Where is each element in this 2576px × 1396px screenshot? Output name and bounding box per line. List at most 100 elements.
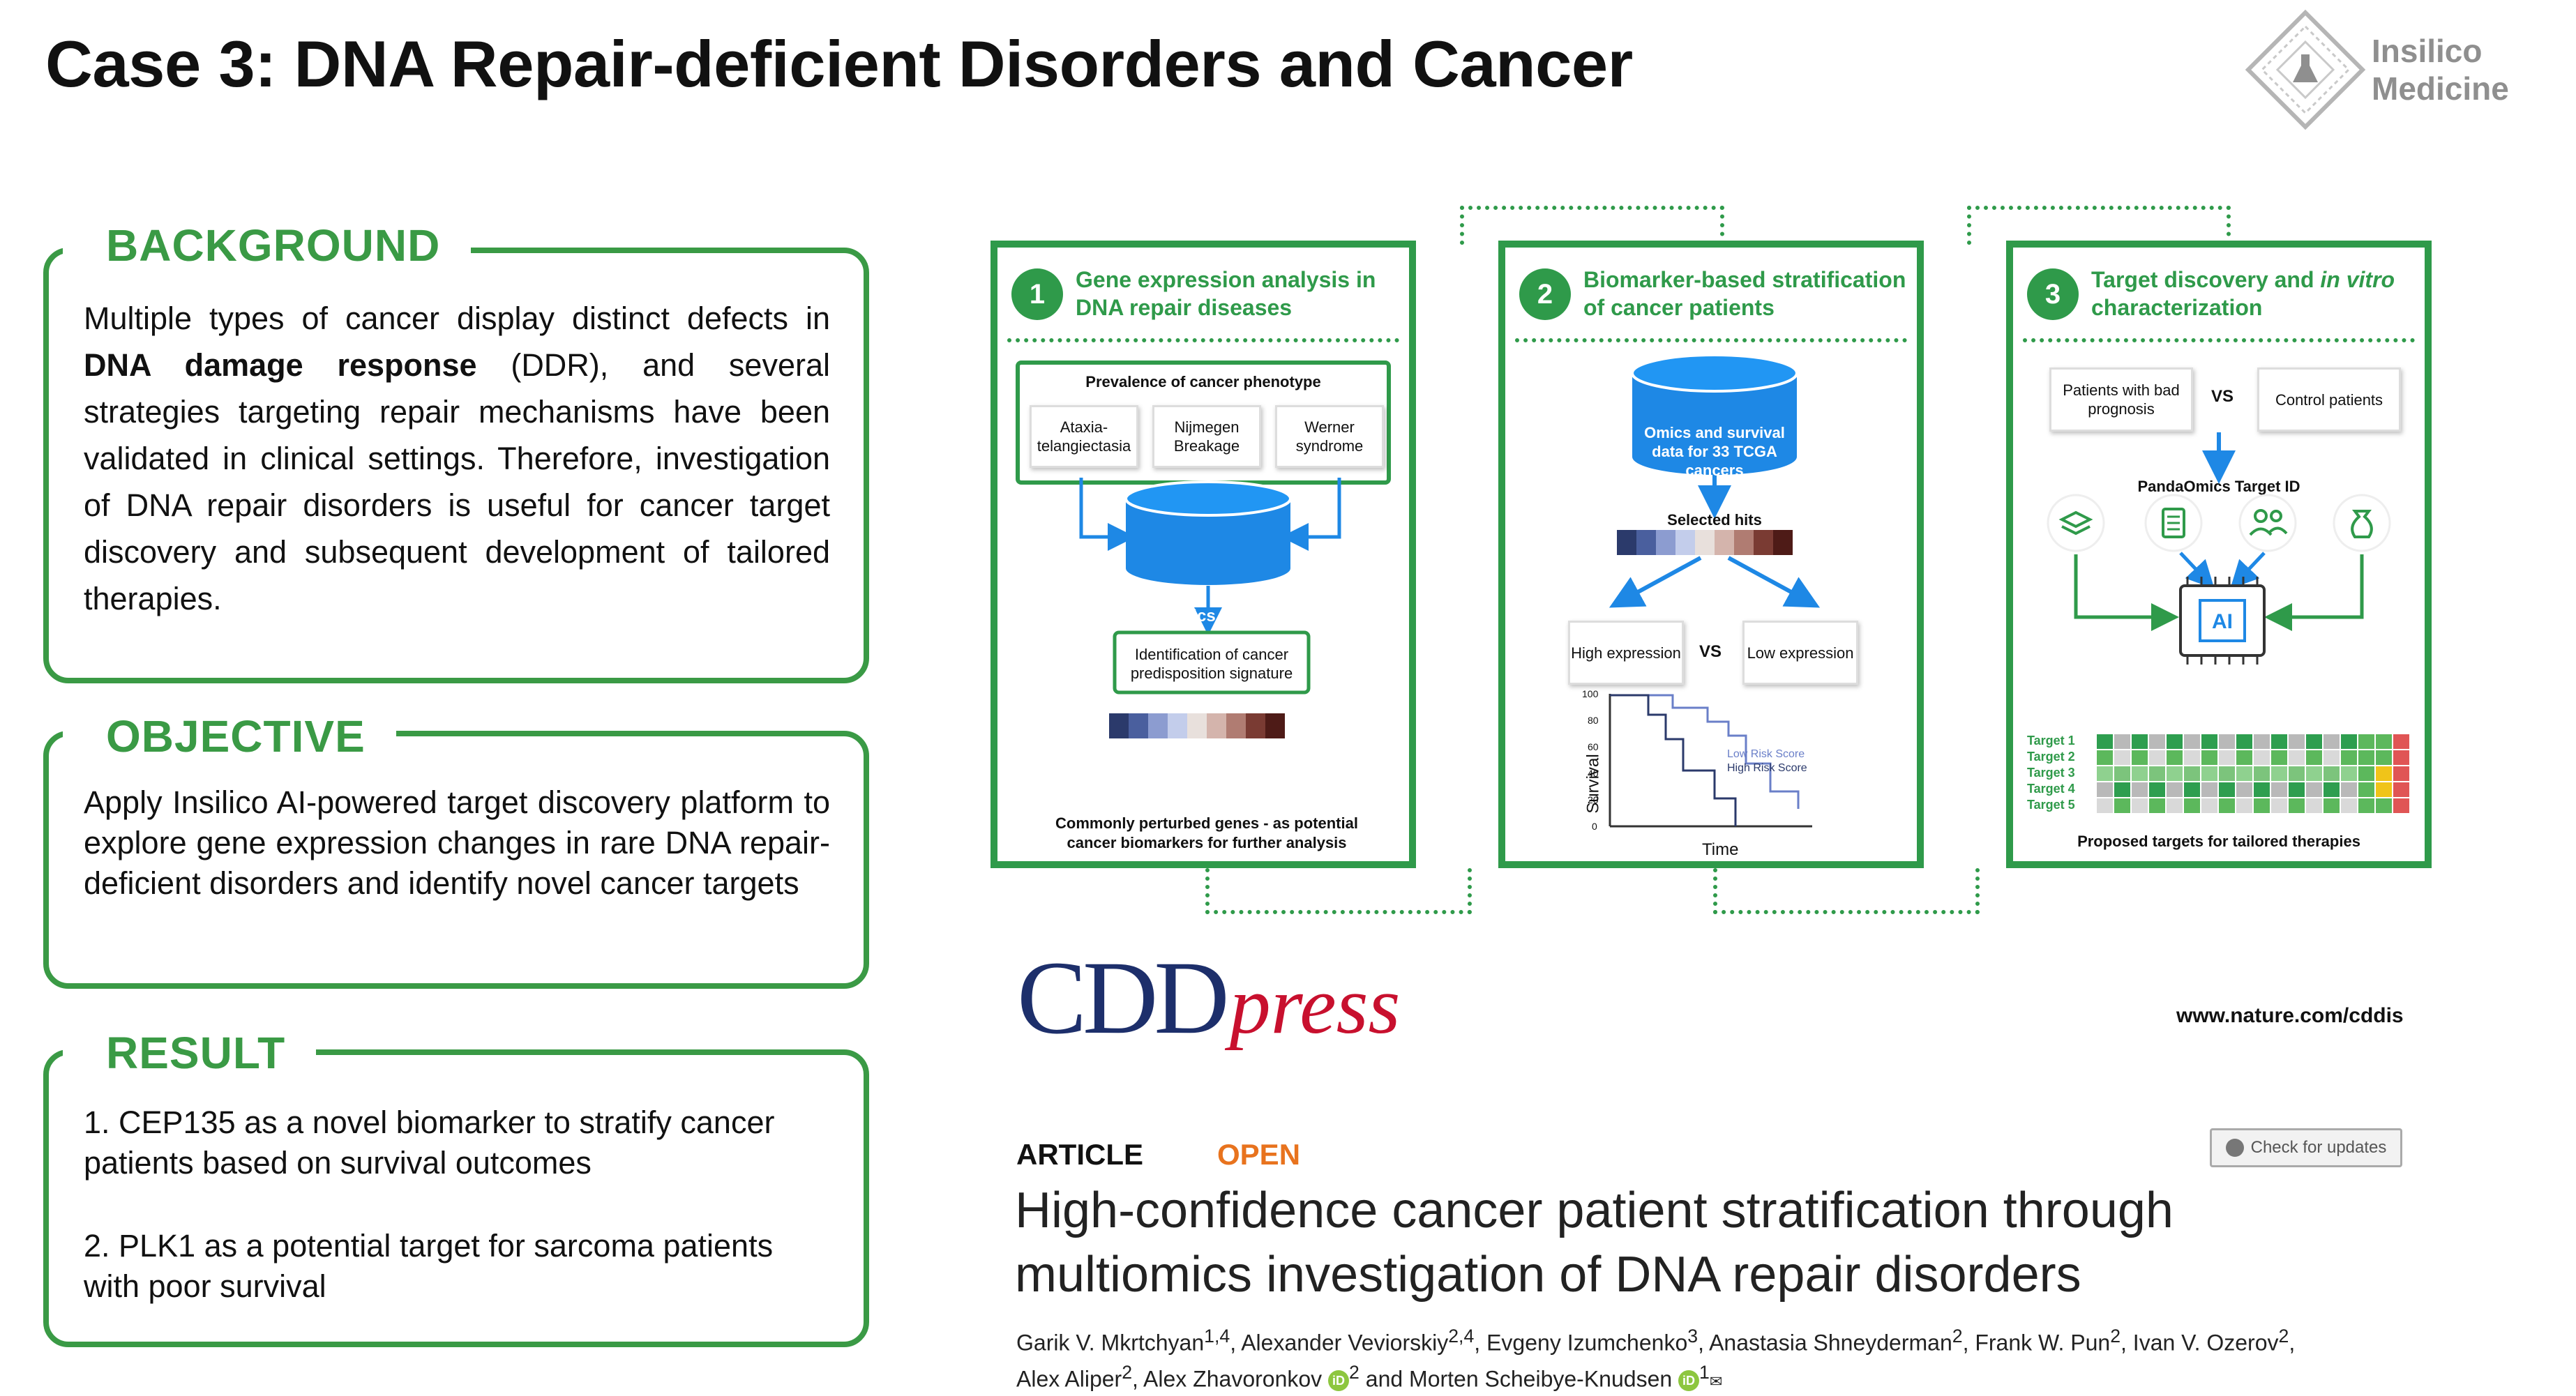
authors-line-2: Alex Aliper2, Alex Zhavoronkov iD 2 and M… xyxy=(1016,1361,1723,1392)
heatmap-cell xyxy=(2132,734,2148,749)
journal-url[interactable]: www.nature.com/cddis xyxy=(2176,1004,2404,1028)
step3-vs: VS xyxy=(2211,387,2234,406)
heatmap-cell xyxy=(2184,734,2200,749)
heatmap-cell xyxy=(2393,798,2409,813)
heatmap-cell xyxy=(2393,766,2409,781)
result-item-1: 1. CEP135 as a novel biomarker to strati… xyxy=(84,1105,775,1181)
signature-label: Identification of cancer predisposition … xyxy=(1130,646,1293,682)
db-label: Omics and survival data for 33 TCGA canc… xyxy=(1644,424,1785,479)
legend-low-risk: Low Risk Score xyxy=(1727,748,1805,760)
heatmap-cell xyxy=(2323,798,2340,813)
result-item-2: 2. PLK1 as a potential target for sarcom… xyxy=(84,1228,774,1304)
heatmap-cell xyxy=(2254,766,2270,781)
heatmap-cell xyxy=(2306,766,2322,781)
cdd-logo-italic: press xyxy=(1229,959,1401,1051)
heatmap-cell xyxy=(2114,782,2130,797)
heatmap-cell xyxy=(2114,798,2130,813)
step3-title-part2: characterization xyxy=(2091,295,2263,320)
heatmap-cell xyxy=(2114,734,2130,749)
disease-ataxia: Ataxia-telangiectasia xyxy=(1030,405,1138,468)
result-heading: RESULT xyxy=(63,1025,317,1081)
heatmap-cell xyxy=(2358,750,2374,765)
heatmap-cell xyxy=(2201,766,2217,781)
heatmap-cell xyxy=(2341,782,2357,797)
heatmap-cell xyxy=(2271,798,2287,813)
result-panel: 1. CEP135 as a novel biomarker to strati… xyxy=(43,1049,869,1347)
heatmap-cell xyxy=(2167,734,2183,749)
orcid-icon[interactable]: iD xyxy=(1678,1370,1700,1391)
objective-text: Apply Insilico AI-powered target discove… xyxy=(84,784,830,901)
heatmap-cell xyxy=(2184,782,2200,797)
objective-panel: Apply Insilico AI-powered target discove… xyxy=(43,731,869,989)
step1-separator xyxy=(1007,338,1399,342)
check-updates-button[interactable]: Check for updates xyxy=(2210,1128,2402,1167)
heatmap-cell xyxy=(2149,798,2165,813)
heatmap-cell xyxy=(2167,782,2183,797)
heatmap-cell xyxy=(2236,766,2252,781)
heatmap-cell xyxy=(2097,734,2113,749)
heatmap-cell xyxy=(2289,798,2305,813)
paper-authors: Garik V. Mkrtchyan1,4, Alexander Veviors… xyxy=(1016,1321,2411,1396)
heatmap-cell xyxy=(2097,750,2113,765)
heatmap-cell xyxy=(2114,750,2130,765)
heatmap-cell xyxy=(2271,734,2287,749)
heatmap-cell xyxy=(2254,798,2270,813)
heatmap-cell xyxy=(2341,766,2357,781)
heatmap-cell xyxy=(2219,798,2235,813)
heatmap-cell xyxy=(2289,734,2305,749)
heatmap-cell xyxy=(2167,766,2183,781)
heatmap-cell xyxy=(2358,734,2374,749)
heatmap-cell xyxy=(2132,766,2148,781)
heatmap-cell xyxy=(2271,782,2287,797)
selected-hits-label: Selected hits xyxy=(1667,511,1762,529)
target-label-2: Target 2 xyxy=(2027,750,2075,764)
step2-title: Biomarker-based stratification of cancer… xyxy=(1583,267,1906,320)
check-updates-label: Check for updates xyxy=(2250,1138,2387,1157)
heatmap-cell xyxy=(2358,782,2374,797)
disease-nijmegen: Nijmegen Breakage xyxy=(1152,405,1261,468)
email-icon[interactable]: ✉ xyxy=(1710,1372,1722,1390)
heatmap-cell xyxy=(2358,766,2374,781)
heatmap-cell xyxy=(2341,798,2357,813)
heatmap-cell xyxy=(2097,798,2113,813)
heatmap-cell xyxy=(2306,750,2322,765)
step3-separator xyxy=(2023,338,2415,342)
control-patients-box: Control patients xyxy=(2257,367,2401,432)
heatmap-cell xyxy=(2393,734,2409,749)
step3-title: Target discovery and in vitro characteriz… xyxy=(2091,266,2418,321)
step3-box: 3 Target discovery and in vitro character… xyxy=(2006,241,2432,868)
heatmap-cell xyxy=(2271,766,2287,781)
heatmap-cell xyxy=(2201,798,2217,813)
heatmap-cell xyxy=(2254,750,2270,765)
heatmap-cell xyxy=(2201,734,2217,749)
heatmap-cell xyxy=(2132,798,2148,813)
heatmap-cell xyxy=(2376,782,2392,797)
heatmap-cell xyxy=(2271,750,2287,765)
heatmap-cell xyxy=(2219,782,2235,797)
heatmap-cell xyxy=(2184,750,2200,765)
heatmap-cell xyxy=(2184,766,2200,781)
orcid-icon[interactable]: iD xyxy=(1328,1370,1350,1391)
background-text-part1: Multiple types of cancer display distinc… xyxy=(84,301,830,336)
heatmap-cell xyxy=(2376,734,2392,749)
prevalence-box: Prevalence of cancer phenotype Ataxia-te… xyxy=(1016,361,1391,485)
logo-text-line2: Medicine xyxy=(2372,70,2509,107)
objective-heading: OBJECTIVE xyxy=(63,708,396,764)
heatmap-cell xyxy=(2289,750,2305,765)
heatmap-cell xyxy=(2254,782,2270,797)
heatmap-cell xyxy=(2219,734,2235,749)
document-icon xyxy=(2144,494,2203,552)
authors-line-1: Garik V. Mkrtchyan1,4, Alexander Veviors… xyxy=(1016,1326,2296,1356)
heatmap-cell xyxy=(2219,750,2235,765)
heatmap-cell xyxy=(2323,750,2340,765)
heatmap-cell xyxy=(2167,798,2183,813)
omics-label: Omics data xyxy=(1164,607,1255,625)
target-label-1: Target 1 xyxy=(2027,734,2075,748)
heatmap-cell xyxy=(2167,750,2183,765)
background-text: Multiple types of cancer display distinc… xyxy=(84,295,830,622)
heatmap-cell xyxy=(2236,798,2252,813)
target-label-5: Target 5 xyxy=(2027,798,2075,812)
target-label-4: Target 4 xyxy=(2027,782,2075,796)
low-expression-box: Low expression xyxy=(1742,621,1858,685)
paper-title: High-confidence cancer patient stratific… xyxy=(1015,1183,2174,1303)
